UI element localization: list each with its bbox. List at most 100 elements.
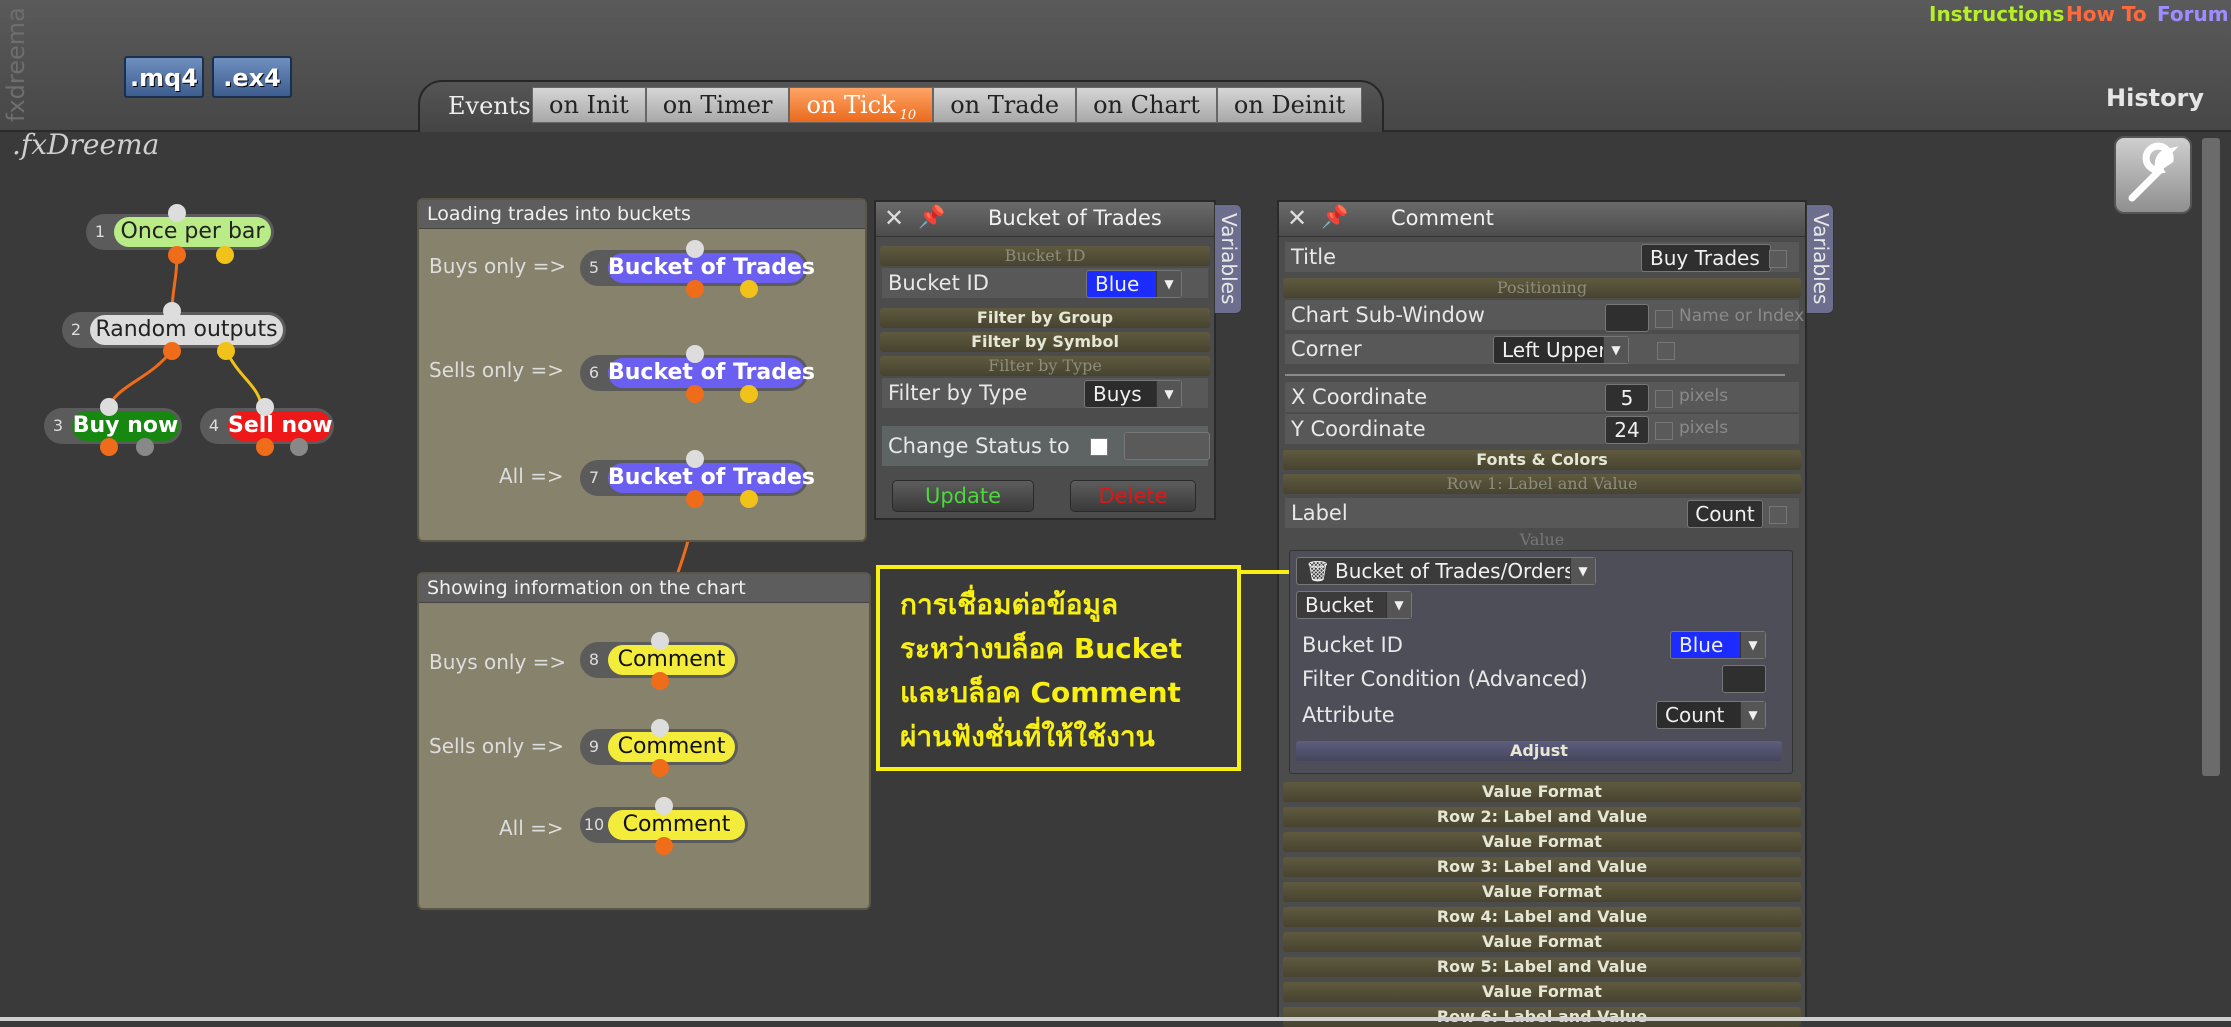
bucket-of-trades-panel: ✕ 📌 Bucket of Trades Bucket ID Bucket ID…	[874, 200, 1216, 520]
fxdreema-editor: fxdreema .mq4 .ex4 Instructions How To F…	[0, 0, 2231, 1027]
bucket-id-select[interactable]: Blue ▼	[1086, 270, 1182, 298]
output-connector[interactable]	[655, 837, 673, 855]
output-connector[interactable]	[290, 438, 308, 456]
y-coordinate-checkbox[interactable]	[1655, 422, 1673, 440]
chevron-down-icon: ▼	[1570, 558, 1595, 584]
filter-condition-input[interactable]	[1722, 665, 1766, 693]
filter-condition-label: Filter Condition (Advanced)	[1302, 667, 1588, 691]
change-status-input[interactable]	[1124, 432, 1210, 460]
subwindow-input[interactable]	[1605, 304, 1649, 332]
close-icon[interactable]: ✕	[1287, 204, 1307, 232]
label-checkbox[interactable]	[1769, 506, 1787, 524]
label-input[interactable]: Count	[1687, 500, 1763, 528]
section-fonts-colors[interactable]: Fonts & Colors	[1283, 450, 1801, 470]
adjust-button[interactable]: Adjust	[1296, 741, 1782, 761]
input-connector[interactable]	[163, 302, 181, 320]
output-connector[interactable]	[216, 246, 234, 264]
subwindow-checkbox[interactable]	[1655, 310, 1673, 328]
inner-bucket-id-select[interactable]: Blue ▼	[1670, 631, 1766, 659]
section-value-format[interactable]: Value Format	[1283, 832, 1801, 852]
callout-leader-line	[1241, 570, 1289, 574]
chevron-down-icon: ▼	[1740, 702, 1765, 728]
update-button[interactable]: Update	[892, 480, 1034, 512]
delete-button[interactable]: Delete	[1070, 480, 1196, 512]
group-title: Loading trades into buckets	[419, 200, 865, 229]
bucket-select[interactable]: Bucket ▼	[1296, 591, 1412, 619]
input-connector[interactable]	[651, 632, 669, 650]
pin-icon[interactable]: 📌	[1321, 205, 1348, 230]
chevron-down-icon: ▼	[1386, 592, 1411, 618]
output-connector[interactable]	[100, 438, 118, 456]
output-connector[interactable]	[651, 672, 669, 690]
section-value-format[interactable]: Value Format	[1283, 982, 1801, 1002]
output-connector[interactable]	[686, 490, 704, 508]
output-connector[interactable]	[740, 385, 758, 403]
variables-tab[interactable]: Variables	[1806, 204, 1834, 314]
group-title: Showing information on the chart	[419, 574, 869, 603]
pixels-unit: pixels	[1679, 386, 1729, 406]
row-label: All =>	[499, 816, 564, 840]
section-row1: Row 1: Label and Value	[1283, 474, 1801, 494]
output-connector[interactable]	[136, 438, 154, 456]
x-coordinate-input[interactable]: 5	[1605, 384, 1649, 412]
output-connector[interactable]	[256, 438, 274, 456]
section-row3[interactable]: Row 3: Label and Value	[1283, 857, 1801, 877]
inner-bucket-id-label: Bucket ID	[1302, 633, 1403, 657]
panel-header: ✕ 📌 Comment	[1279, 202, 1805, 237]
input-connector[interactable]	[655, 797, 673, 815]
x-coordinate-checkbox[interactable]	[1655, 390, 1673, 408]
change-status-checkbox[interactable]	[1090, 438, 1108, 456]
row-label: Sells only =>	[429, 734, 565, 758]
section-row2[interactable]: Row 2: Label and Value	[1283, 807, 1801, 827]
section-value-format[interactable]: Value Format	[1283, 782, 1801, 802]
callout-line: ผ่านฟังชั่นที่ให้ใช้งาน	[900, 720, 1155, 753]
input-connector[interactable]	[686, 450, 704, 468]
panel-title: Comment	[1391, 206, 1494, 230]
corner-select[interactable]: Left Upper ▼	[1493, 336, 1629, 364]
title-checkbox[interactable]	[1769, 250, 1787, 268]
input-connector[interactable]	[686, 240, 704, 258]
row-label: Buys only =>	[429, 650, 567, 674]
chevron-down-icon: ▼	[1603, 337, 1628, 363]
input-connector[interactable]	[651, 719, 669, 737]
section-row4[interactable]: Row 4: Label and Value	[1283, 907, 1801, 927]
annotation-callout: การเชื่อมต่อข้อมูล ระหว่างบล็อค Bucket แ…	[876, 565, 1241, 771]
chevron-down-icon: ▼	[1156, 381, 1181, 407]
close-icon[interactable]: ✕	[884, 204, 904, 232]
input-connector[interactable]	[686, 345, 704, 363]
panel-header: ✕ 📌 Bucket of Trades	[876, 202, 1214, 237]
attribute-label: Attribute	[1302, 703, 1395, 727]
callout-line: การเชื่อมต่อข้อมูล	[900, 588, 1119, 621]
output-connector[interactable]	[651, 759, 669, 777]
title-input[interactable]: Buy Trades	[1641, 244, 1771, 272]
section-filter-symbol[interactable]: Filter by Symbol	[880, 332, 1210, 352]
output-connector[interactable]	[163, 342, 181, 360]
callout-line: และบล็อค Comment	[900, 676, 1181, 709]
section-value-format[interactable]: Value Format	[1283, 882, 1801, 902]
value-source-select[interactable]: 🗑 Bucket of Trades/Orders ▼	[1296, 557, 1596, 585]
y-coordinate-input[interactable]: 24	[1605, 416, 1649, 444]
variables-tab[interactable]: Variables	[1214, 204, 1242, 314]
output-connector[interactable]	[740, 280, 758, 298]
pin-icon[interactable]: 📌	[918, 205, 945, 230]
section-filter-group[interactable]: Filter by Group	[880, 308, 1210, 328]
output-connector[interactable]	[740, 490, 758, 508]
bottom-border	[0, 1017, 2231, 1021]
chevron-down-icon: ▼	[1156, 271, 1181, 297]
output-connector[interactable]	[217, 342, 235, 360]
input-connector[interactable]	[168, 204, 186, 222]
output-connector[interactable]	[686, 385, 704, 403]
section-positioning: Positioning	[1283, 278, 1801, 298]
output-connector[interactable]	[168, 246, 186, 264]
section-row5[interactable]: Row 5: Label and Value	[1283, 957, 1801, 977]
output-connector[interactable]	[686, 280, 704, 298]
pixels-unit: pixels	[1679, 418, 1729, 438]
chevron-down-icon: ▼	[1740, 632, 1765, 658]
row-label: All =>	[499, 464, 564, 488]
input-connector[interactable]	[256, 398, 274, 416]
corner-checkbox[interactable]	[1657, 342, 1675, 360]
input-connector[interactable]	[100, 398, 118, 416]
section-value-format[interactable]: Value Format	[1283, 932, 1801, 952]
attribute-select[interactable]: Count ▼	[1656, 701, 1766, 729]
filter-type-select[interactable]: Buys ▼	[1084, 380, 1182, 408]
